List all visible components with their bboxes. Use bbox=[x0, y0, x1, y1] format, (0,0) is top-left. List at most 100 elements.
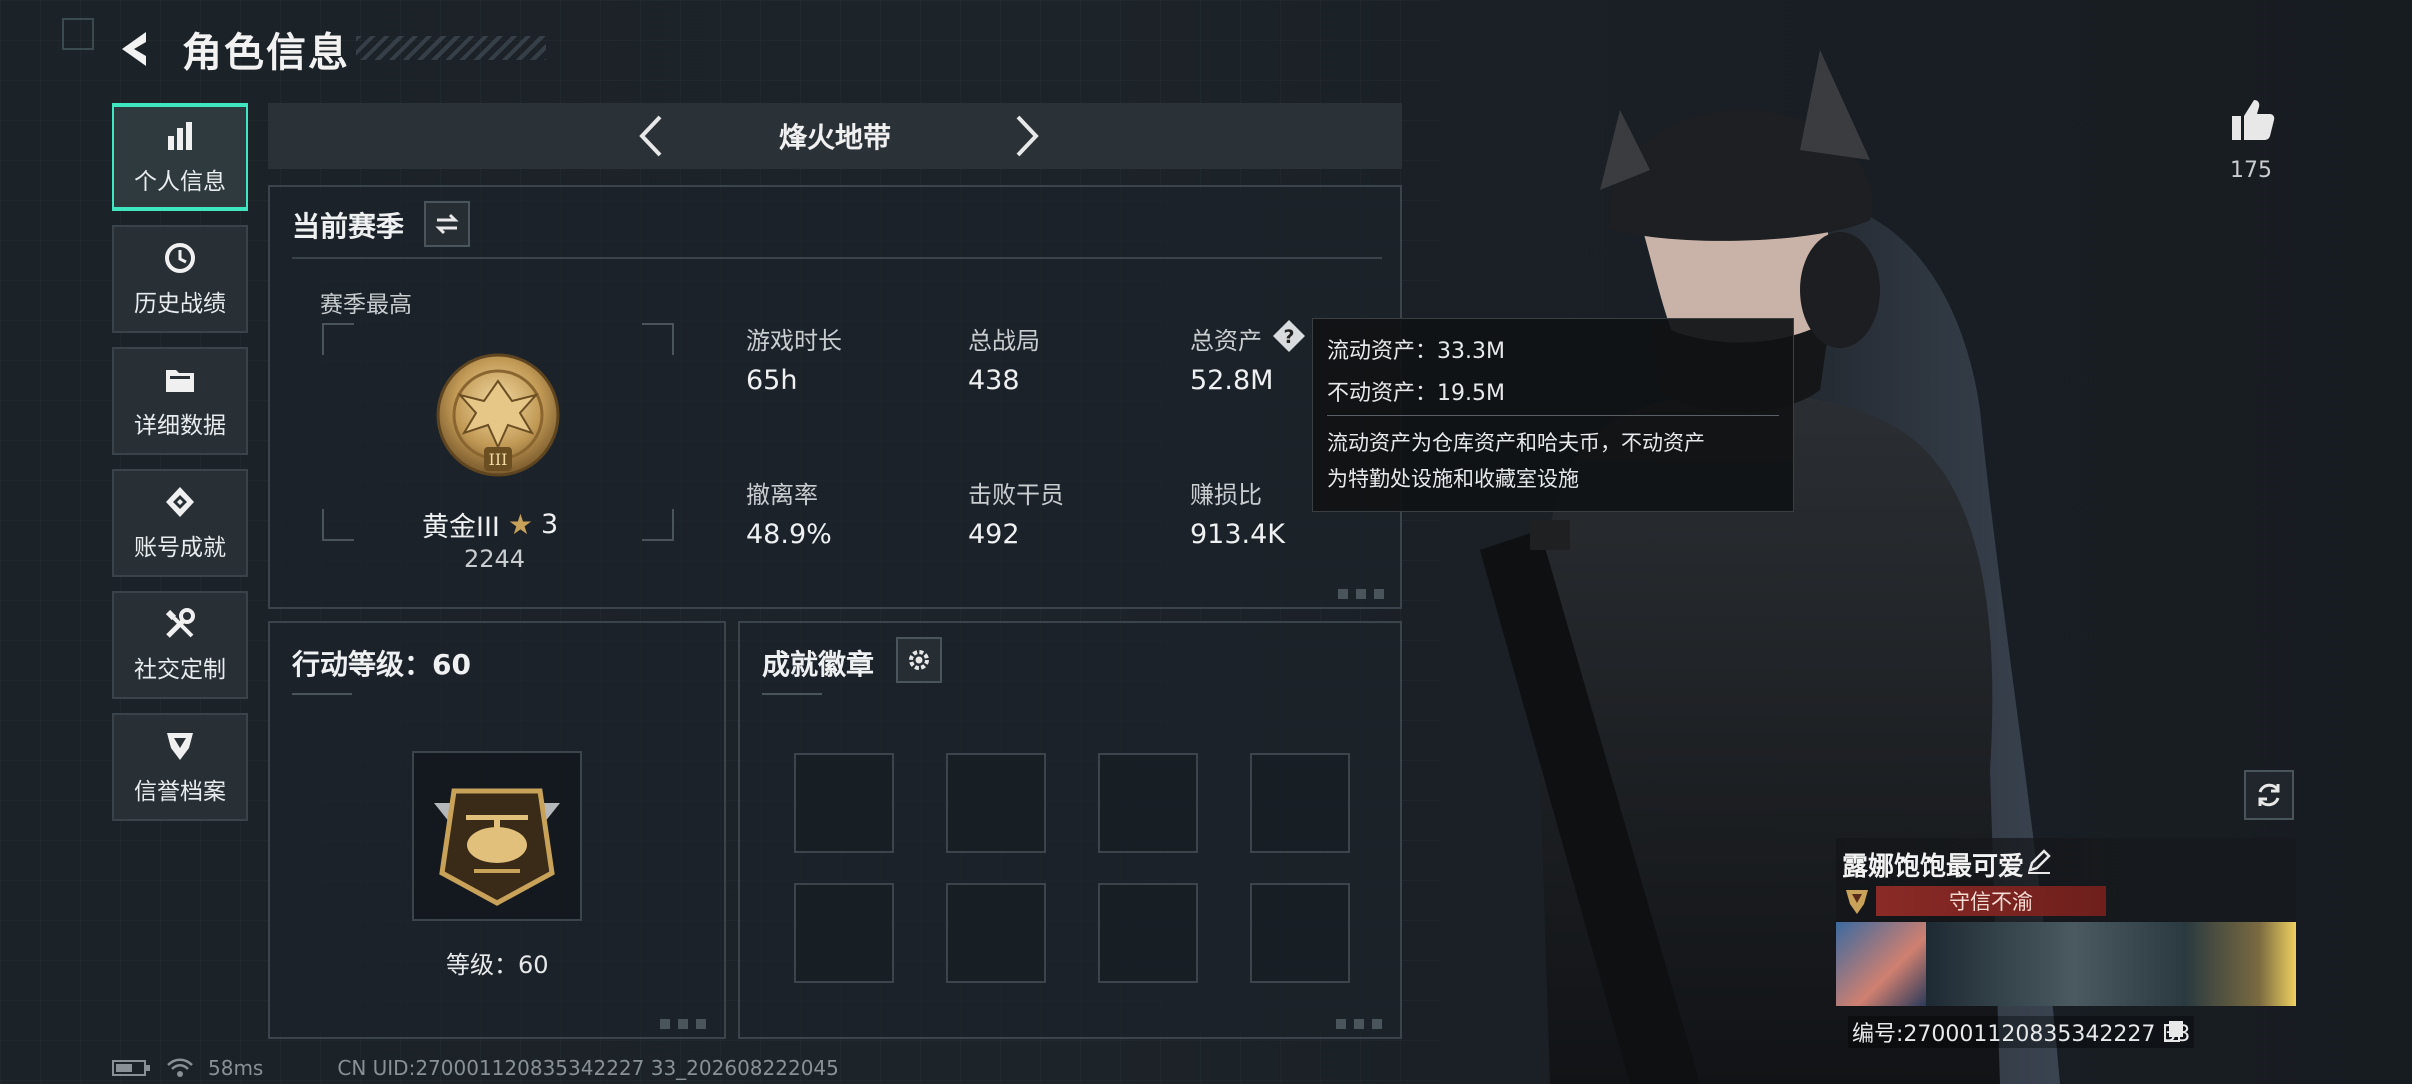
reputation-badge: 守信不渝 bbox=[1876, 886, 2106, 916]
divider bbox=[1327, 415, 1779, 416]
tooltip-liquid-assets: 流动资产：33.3M bbox=[1327, 339, 1505, 364]
sidebar-item-history[interactable]: 历史战绩 bbox=[112, 225, 248, 333]
sidebar-item-detail-data[interactable]: 详细数据 bbox=[112, 347, 248, 455]
gold-rank-emblem-icon: III bbox=[436, 353, 560, 477]
stat-value-extract-rate: 48.9% bbox=[746, 519, 832, 550]
title-decoration bbox=[356, 36, 546, 60]
gear-icon bbox=[909, 650, 929, 670]
refresh-icon bbox=[2258, 783, 2280, 807]
sidebar-item-label: 历史战绩 bbox=[134, 291, 226, 317]
mode-switcher: 烽火地带 bbox=[268, 103, 1402, 169]
svg-text:?: ? bbox=[1283, 326, 1294, 348]
ping-value: 58ms bbox=[208, 1056, 264, 1080]
bar-chart-icon bbox=[168, 122, 192, 150]
like-button[interactable] bbox=[2228, 96, 2278, 146]
stat-value-playtime: 65h bbox=[746, 365, 798, 396]
badges-title: 成就徽章 bbox=[762, 648, 875, 681]
badge-slot[interactable] bbox=[946, 753, 1046, 853]
asset-tooltip: 流动资产：33.3M 不动资产：19.5M 流动资产为仓库资产和哈夫币，不动资产… bbox=[1312, 318, 1794, 512]
next-mode-button[interactable] bbox=[1000, 111, 1050, 161]
chevron-right-icon bbox=[1016, 115, 1039, 157]
player-name: 露娜饱饱最可爱 bbox=[1842, 852, 2025, 882]
back-arrow-icon bbox=[122, 32, 146, 66]
copy-icon bbox=[2164, 1021, 2183, 1042]
helicopter-badge-icon bbox=[434, 788, 560, 906]
tooltip-fixed-assets: 不动资产：19.5M bbox=[1327, 381, 1505, 406]
sidebar-item-credit[interactable]: 信誉档案 bbox=[112, 713, 248, 821]
level-label: 等级：60 bbox=[446, 951, 549, 979]
player-card: 露娜饱饱最可爱 守信不渝 编号:270001120835342227 33 bbox=[1836, 838, 2296, 1048]
copy-uid-button[interactable] bbox=[2162, 1018, 2186, 1042]
action-level-panel: 行动等级：60 等级：60 bbox=[268, 621, 726, 1039]
mode-label: 烽火地带 bbox=[778, 121, 891, 154]
stat-label-kills: 击败干员 bbox=[968, 481, 1064, 509]
badge-slot[interactable] bbox=[1098, 753, 1198, 853]
badge-slot[interactable] bbox=[1250, 883, 1350, 983]
stat-label-assets: 总资产 bbox=[1190, 327, 1262, 355]
divider bbox=[762, 693, 822, 695]
credit-shield-icon bbox=[167, 733, 193, 760]
back-button[interactable] bbox=[112, 26, 158, 72]
badge-slot[interactable] bbox=[946, 883, 1046, 983]
rank-name-row: 黄金III ★ 3 bbox=[422, 505, 558, 544]
status-bar: 58ms CN UID:270001120835342227 33_202608… bbox=[112, 1056, 839, 1080]
wifi-icon bbox=[167, 1058, 193, 1077]
asset-info-button[interactable]: ? bbox=[1272, 319, 1306, 353]
sidebar-item-label: 社交定制 bbox=[134, 657, 226, 683]
battery-icon bbox=[112, 1060, 150, 1076]
stat-label-matches: 总战局 bbox=[968, 327, 1040, 355]
stat-value-kills: 492 bbox=[968, 519, 1020, 550]
badge-settings-button[interactable] bbox=[896, 637, 942, 683]
history-icon bbox=[165, 243, 195, 273]
panel-ticks bbox=[660, 1019, 714, 1029]
badge-slot[interactable] bbox=[794, 883, 894, 983]
like-count: 175 bbox=[2230, 158, 2272, 183]
player-avatar[interactable] bbox=[1836, 922, 1926, 1006]
rotate-model-button[interactable] bbox=[2244, 770, 2294, 820]
sidebar-item-label: 信誉档案 bbox=[134, 779, 226, 805]
sidebar-item-social[interactable]: 社交定制 bbox=[112, 591, 248, 699]
season-panel: 当前赛季 赛季最高 III 黄金III ★ 3 2244 游戏时长 65h 总战… bbox=[268, 185, 1402, 609]
stat-value-assets: 52.8M bbox=[1190, 365, 1274, 396]
svg-text:III: III bbox=[489, 450, 508, 469]
sidebar-item-achievements[interactable]: 账号成就 bbox=[112, 469, 248, 577]
rank-name: 黄金III bbox=[422, 512, 500, 543]
action-level-title: 行动等级：60 bbox=[292, 648, 471, 681]
season-best-label: 赛季最高 bbox=[320, 292, 412, 318]
tooltip-desc-2: 为特勤处设施和收藏室设施 bbox=[1327, 467, 1579, 491]
achievement-icon bbox=[166, 487, 194, 517]
sidebar-item-label: 账号成就 bbox=[134, 535, 226, 561]
level-badge-frame bbox=[412, 751, 582, 921]
sidebar-item-label: 个人信息 bbox=[134, 169, 226, 195]
badge-slot[interactable] bbox=[1250, 753, 1350, 853]
reputation-emblem-icon bbox=[1842, 886, 1872, 916]
sidebar-item-personal-info[interactable]: 个人信息 bbox=[112, 103, 248, 211]
player-uid: 编号:270001120835342227 33 bbox=[1848, 1016, 2195, 1048]
sidebar-item-label: 详细数据 bbox=[134, 413, 226, 439]
tooltip-desc-1: 流动资产为仓库资产和哈夫币，不动资产 bbox=[1327, 431, 1705, 455]
rank-stars: 3 bbox=[541, 509, 559, 540]
prev-mode-button[interactable] bbox=[628, 111, 678, 161]
stat-value-matches: 438 bbox=[968, 365, 1020, 396]
corner-decoration bbox=[62, 18, 94, 50]
stat-label-extract-rate: 撤离率 bbox=[746, 481, 818, 509]
badge-slot[interactable] bbox=[1098, 883, 1198, 983]
chevron-left-icon bbox=[639, 115, 662, 157]
folder-icon bbox=[166, 370, 194, 392]
tools-icon bbox=[165, 608, 195, 638]
uid-line: CN UID:270001120835342227 33_20260822204… bbox=[337, 1056, 839, 1080]
badge-slot[interactable] bbox=[794, 753, 894, 853]
thumbs-up-icon bbox=[2232, 100, 2275, 140]
divider bbox=[292, 693, 352, 695]
player-banner bbox=[1926, 922, 2296, 1006]
season-title: 当前赛季 bbox=[292, 210, 405, 243]
star-icon: ★ bbox=[507, 508, 533, 541]
divider bbox=[292, 257, 1382, 259]
panel-ticks bbox=[1336, 1019, 1390, 1029]
pencil-icon bbox=[2028, 849, 2051, 874]
switch-season-button[interactable] bbox=[424, 201, 470, 247]
achievement-badges-panel: 成就徽章 bbox=[738, 621, 1402, 1039]
rank-score: 2244 bbox=[464, 545, 526, 573]
edit-name-button[interactable] bbox=[2024, 846, 2054, 876]
page-title: 角色信息 bbox=[182, 30, 350, 76]
